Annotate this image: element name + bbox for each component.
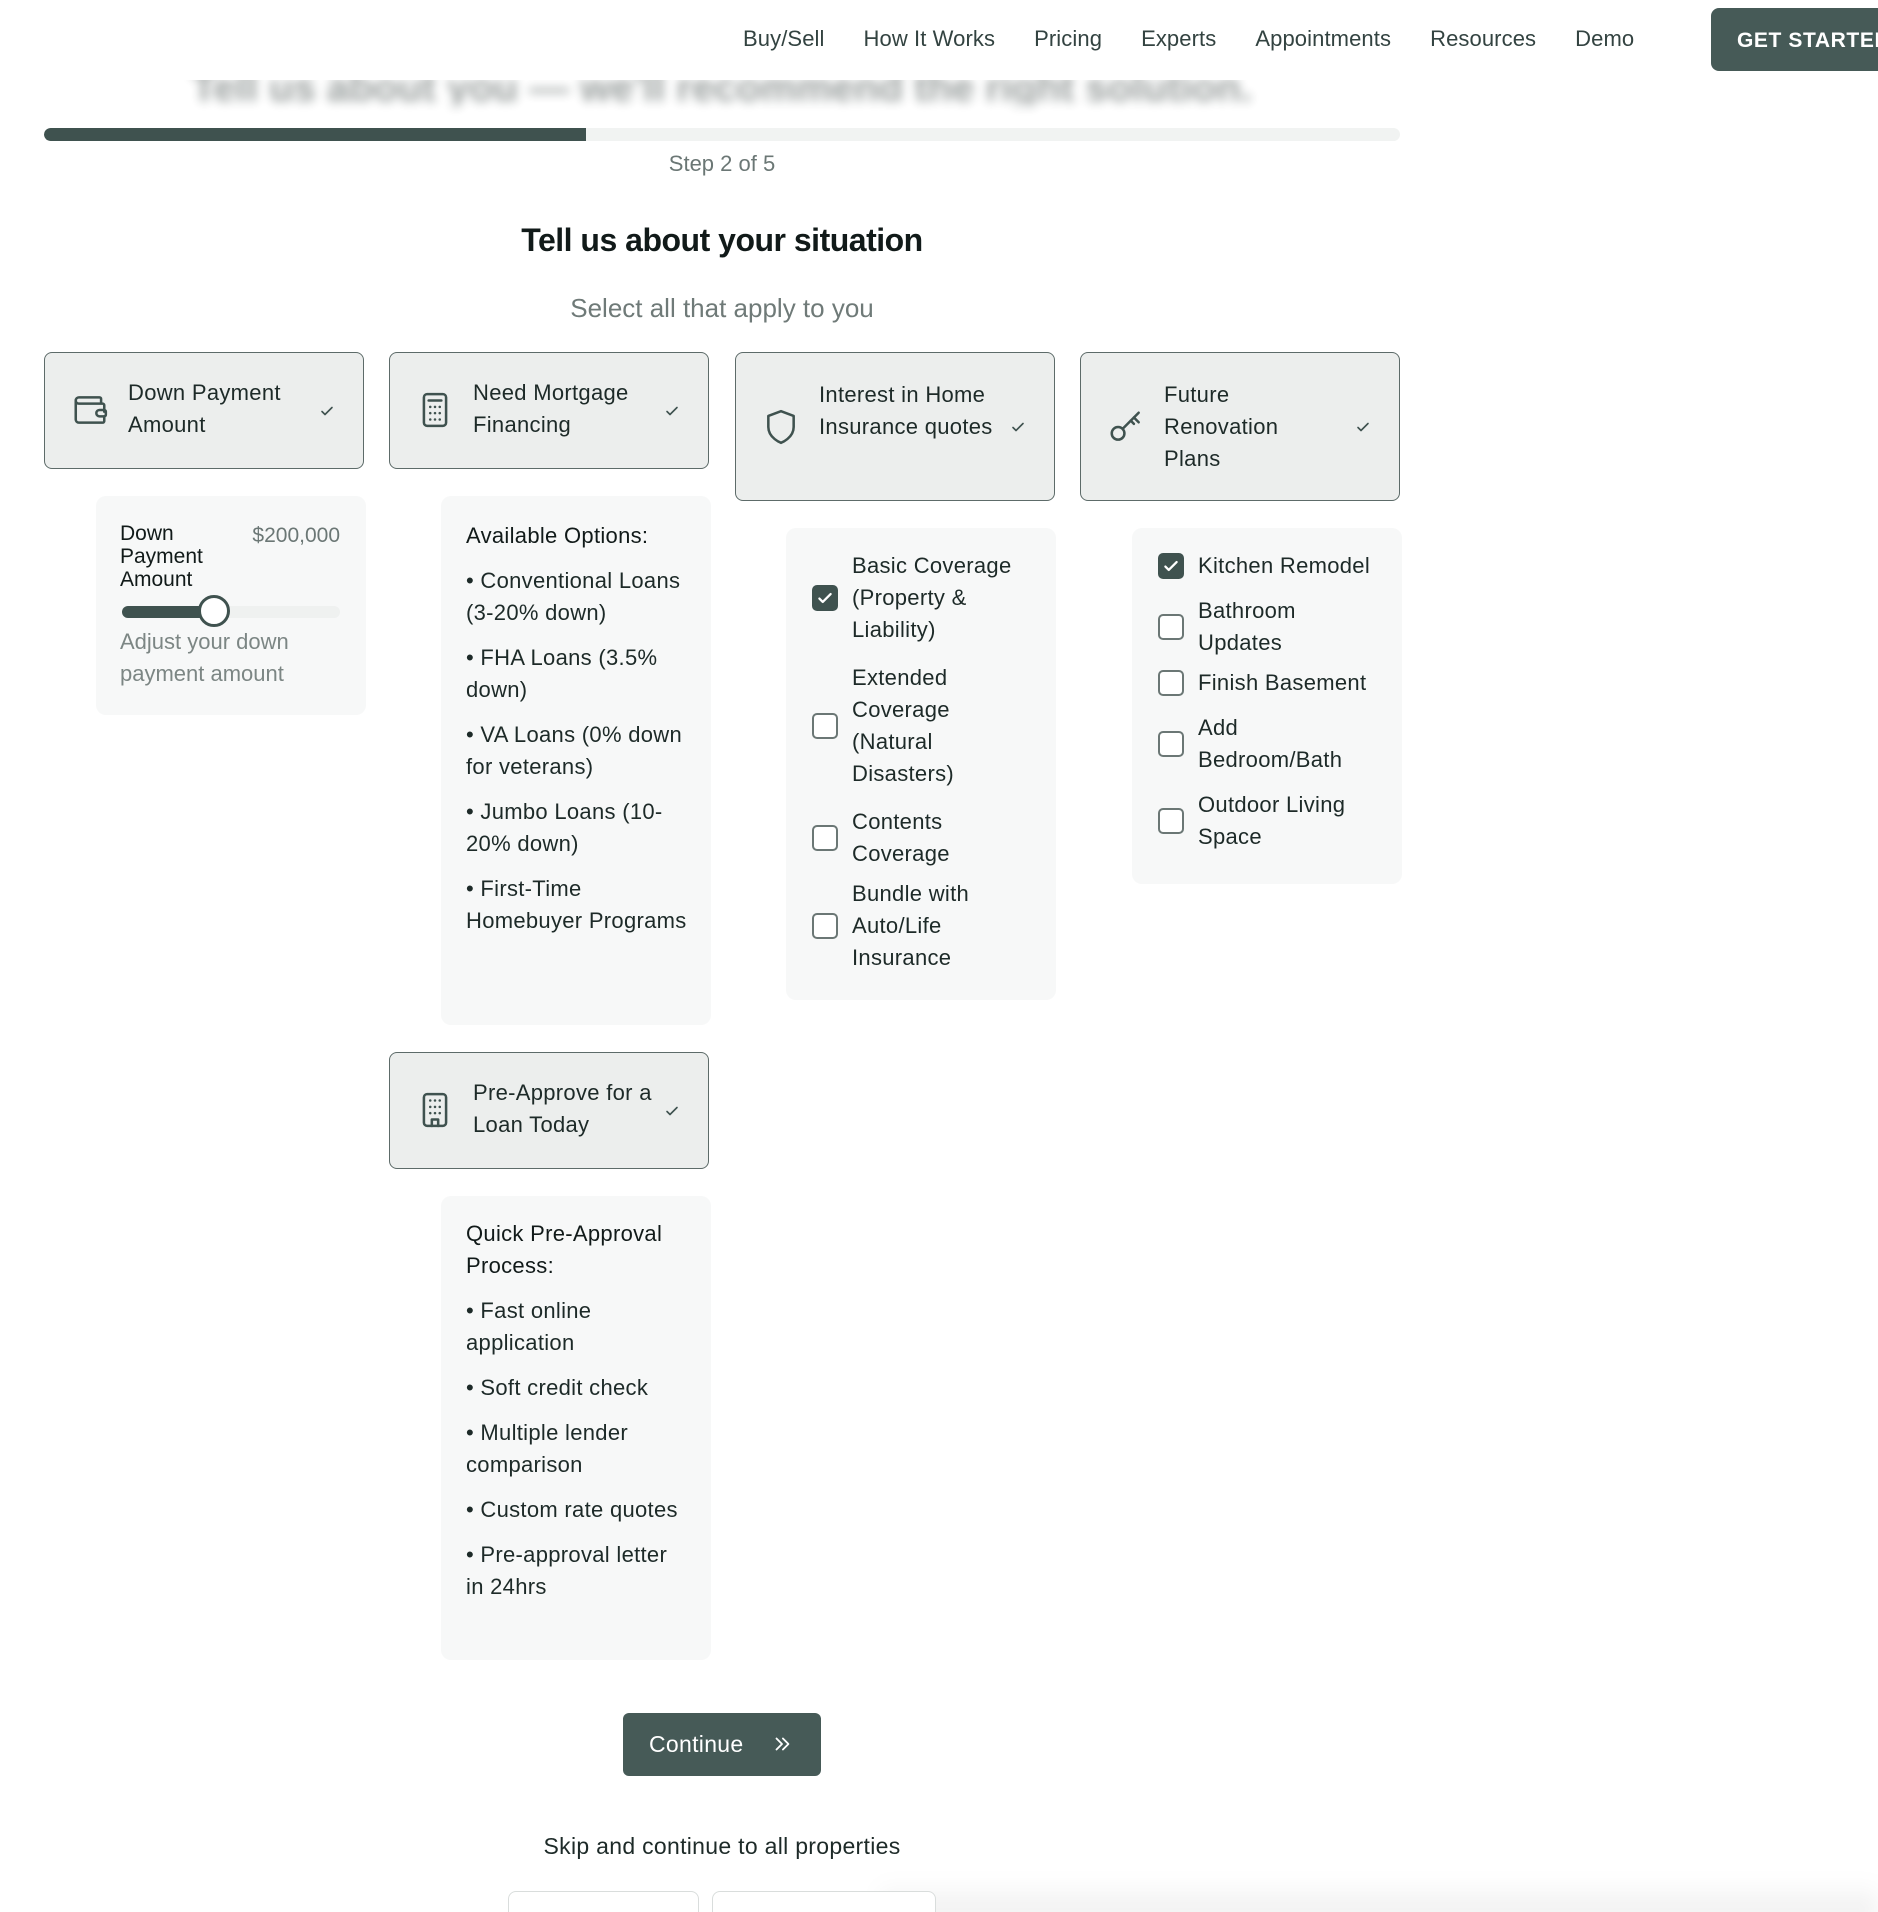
option-kitchen-remodel[interactable]: Kitchen Remodel [1158,550,1370,582]
bottom-card-stub [712,1891,936,1912]
chevrons-right-icon [775,1737,790,1751]
get-started-button[interactable]: GET STARTED [1711,8,1878,71]
page-title: Tell us about your situation [521,222,923,258]
nav-link-demo[interactable]: Demo [1575,26,1634,52]
renovation-options-panel: Kitchen Remodel Bathroom Updates Finish … [1132,528,1402,884]
checkbox[interactable] [812,913,838,939]
insurance-options-panel: Basic Coverage (Property & Liability) Ex… [786,528,1056,1000]
checkbox[interactable] [1158,808,1184,834]
option-label: Bathroom Updates [1198,598,1296,655]
progress-bar-fill [44,128,587,141]
mortgage-options-panel: Available Options: • Conventional Loans … [441,496,711,1025]
panel-heading: Available Options: [466,523,649,548]
bottom-shadow [880,1880,1878,1912]
pre-approval-panel: Quick Pre-Approval Process: • Fast onlin… [441,1196,711,1660]
slider-hint: Adjust your down payment amount [120,629,289,686]
list-item: • FHA Loans (3.5% down) [466,645,658,702]
option-label: Extended Coverage (Natural Disasters) [852,665,955,786]
nav-link-pricing[interactable]: Pricing [1034,26,1102,52]
checkbox[interactable] [812,585,838,611]
list-item: • Conventional Loans (3-20% down) [466,568,681,625]
nav-link-experts[interactable]: Experts [1141,26,1216,52]
option-finish-basement[interactable]: Finish Basement [1158,667,1366,699]
list-item: • Fast online application [466,1298,592,1355]
nav-links: Buy/Sell How It Works Pricing Experts Ap… [743,26,1634,52]
list-item: • Jumbo Loans (10-20% down) [466,799,663,856]
checkbox[interactable] [812,713,838,739]
shield-icon [767,409,795,445]
checkbox[interactable] [1158,670,1184,696]
checkmark-icon [1164,560,1178,572]
building-icon [422,1092,448,1128]
list-item: • Custom rate quotes [466,1497,678,1522]
checkmark-icon [818,592,832,604]
calculator-icon [422,392,448,428]
option-extended-coverage[interactable]: Extended Coverage (Natural Disasters) [812,662,1002,790]
page-subtitle: Select all that apply to you [570,293,874,323]
card-label: Down Payment Amount [128,380,281,437]
nav-link-resources[interactable]: Resources [1430,26,1536,52]
card-renovation-plans[interactable]: Future Renovation Plans [1080,352,1400,501]
option-label: Contents Coverage [852,809,950,866]
skip-link[interactable]: Skip and continue to all properties [0,1833,1444,1860]
card-home-insurance[interactable]: Interest in Home Insurance quotes [735,352,1055,501]
nav-link-how-it-works[interactable]: How It Works [864,26,996,52]
card-label: Need Mortgage Financing [473,380,629,437]
slider-value: $200,000 [252,524,340,547]
check-icon [1357,422,1369,432]
checkbox[interactable] [1158,553,1184,579]
list-item: • Pre-approval letter in 24hrs [466,1542,668,1599]
down-payment-slider[interactable] [122,595,340,627]
option-basic-coverage[interactable]: Basic Coverage (Property & Liability) [812,550,1032,646]
option-bathroom-updates[interactable]: Bathroom Updates [1158,595,1328,659]
panel-heading: Quick Pre-Approval Process: [466,1221,663,1278]
continue-label: Continue [649,1731,744,1757]
nav-link-buy-sell[interactable]: Buy/Sell [743,26,825,52]
card-label: Future Renovation Plans [1164,382,1279,471]
down-payment-panel: Down Payment Amount $200,000 Adjust your… [96,496,366,715]
card-mortgage-financing[interactable]: Need Mortgage Financing [389,352,709,469]
continue-button[interactable]: Continue [623,1713,821,1776]
check-icon [666,1106,678,1116]
nav-link-appointments[interactable]: Appointments [1255,26,1391,52]
list-item: • Soft credit check [466,1375,649,1400]
wallet-icon [74,396,108,424]
check-icon [321,406,333,416]
option-contents-coverage[interactable]: Contents Coverage [812,806,1002,870]
option-bundle[interactable]: Bundle with Auto/Life Insurance [812,878,1002,974]
card-label: Pre-Approve for a Loan Today [473,1080,652,1137]
top-nav: Buy/Sell How It Works Pricing Experts Ap… [0,0,1878,80]
list-item: • VA Loans (0% down for veterans) [466,722,683,779]
slider-label: Down Payment Amount [120,522,203,591]
checkbox[interactable] [1158,731,1184,757]
progress-bar [44,128,1400,141]
option-label: Kitchen Remodel [1198,553,1371,578]
option-label: Add Bedroom/Bath [1198,715,1343,772]
check-icon [1012,422,1024,432]
card-pre-approve[interactable]: Pre-Approve for a Loan Today [389,1052,709,1169]
step-indicator: Step 2 of 5 [668,151,776,176]
list-item: • First-Time Homebuyer Programs [466,876,687,933]
option-label: Finish Basement [1198,670,1367,695]
checkbox[interactable] [812,825,838,851]
card-down-payment[interactable]: Down Payment Amount [44,352,364,469]
option-label: Basic Coverage (Property & Liability) [852,553,1012,642]
option-add-bedroom-bath[interactable]: Add Bedroom/Bath [1158,712,1358,776]
slider-thumb[interactable] [197,595,230,627]
option-label: Outdoor Living Space [1198,792,1346,849]
card-label: Interest in Home Insurance quotes [819,382,993,439]
checkbox[interactable] [1158,614,1184,640]
bottom-card-stub [508,1891,699,1912]
key-icon [1110,411,1140,441]
list-item: • Multiple lender comparison [466,1420,628,1477]
check-icon [666,406,678,416]
option-outdoor-living[interactable]: Outdoor Living Space [1158,789,1358,853]
option-label: Bundle with Auto/Life Insurance [852,881,970,970]
